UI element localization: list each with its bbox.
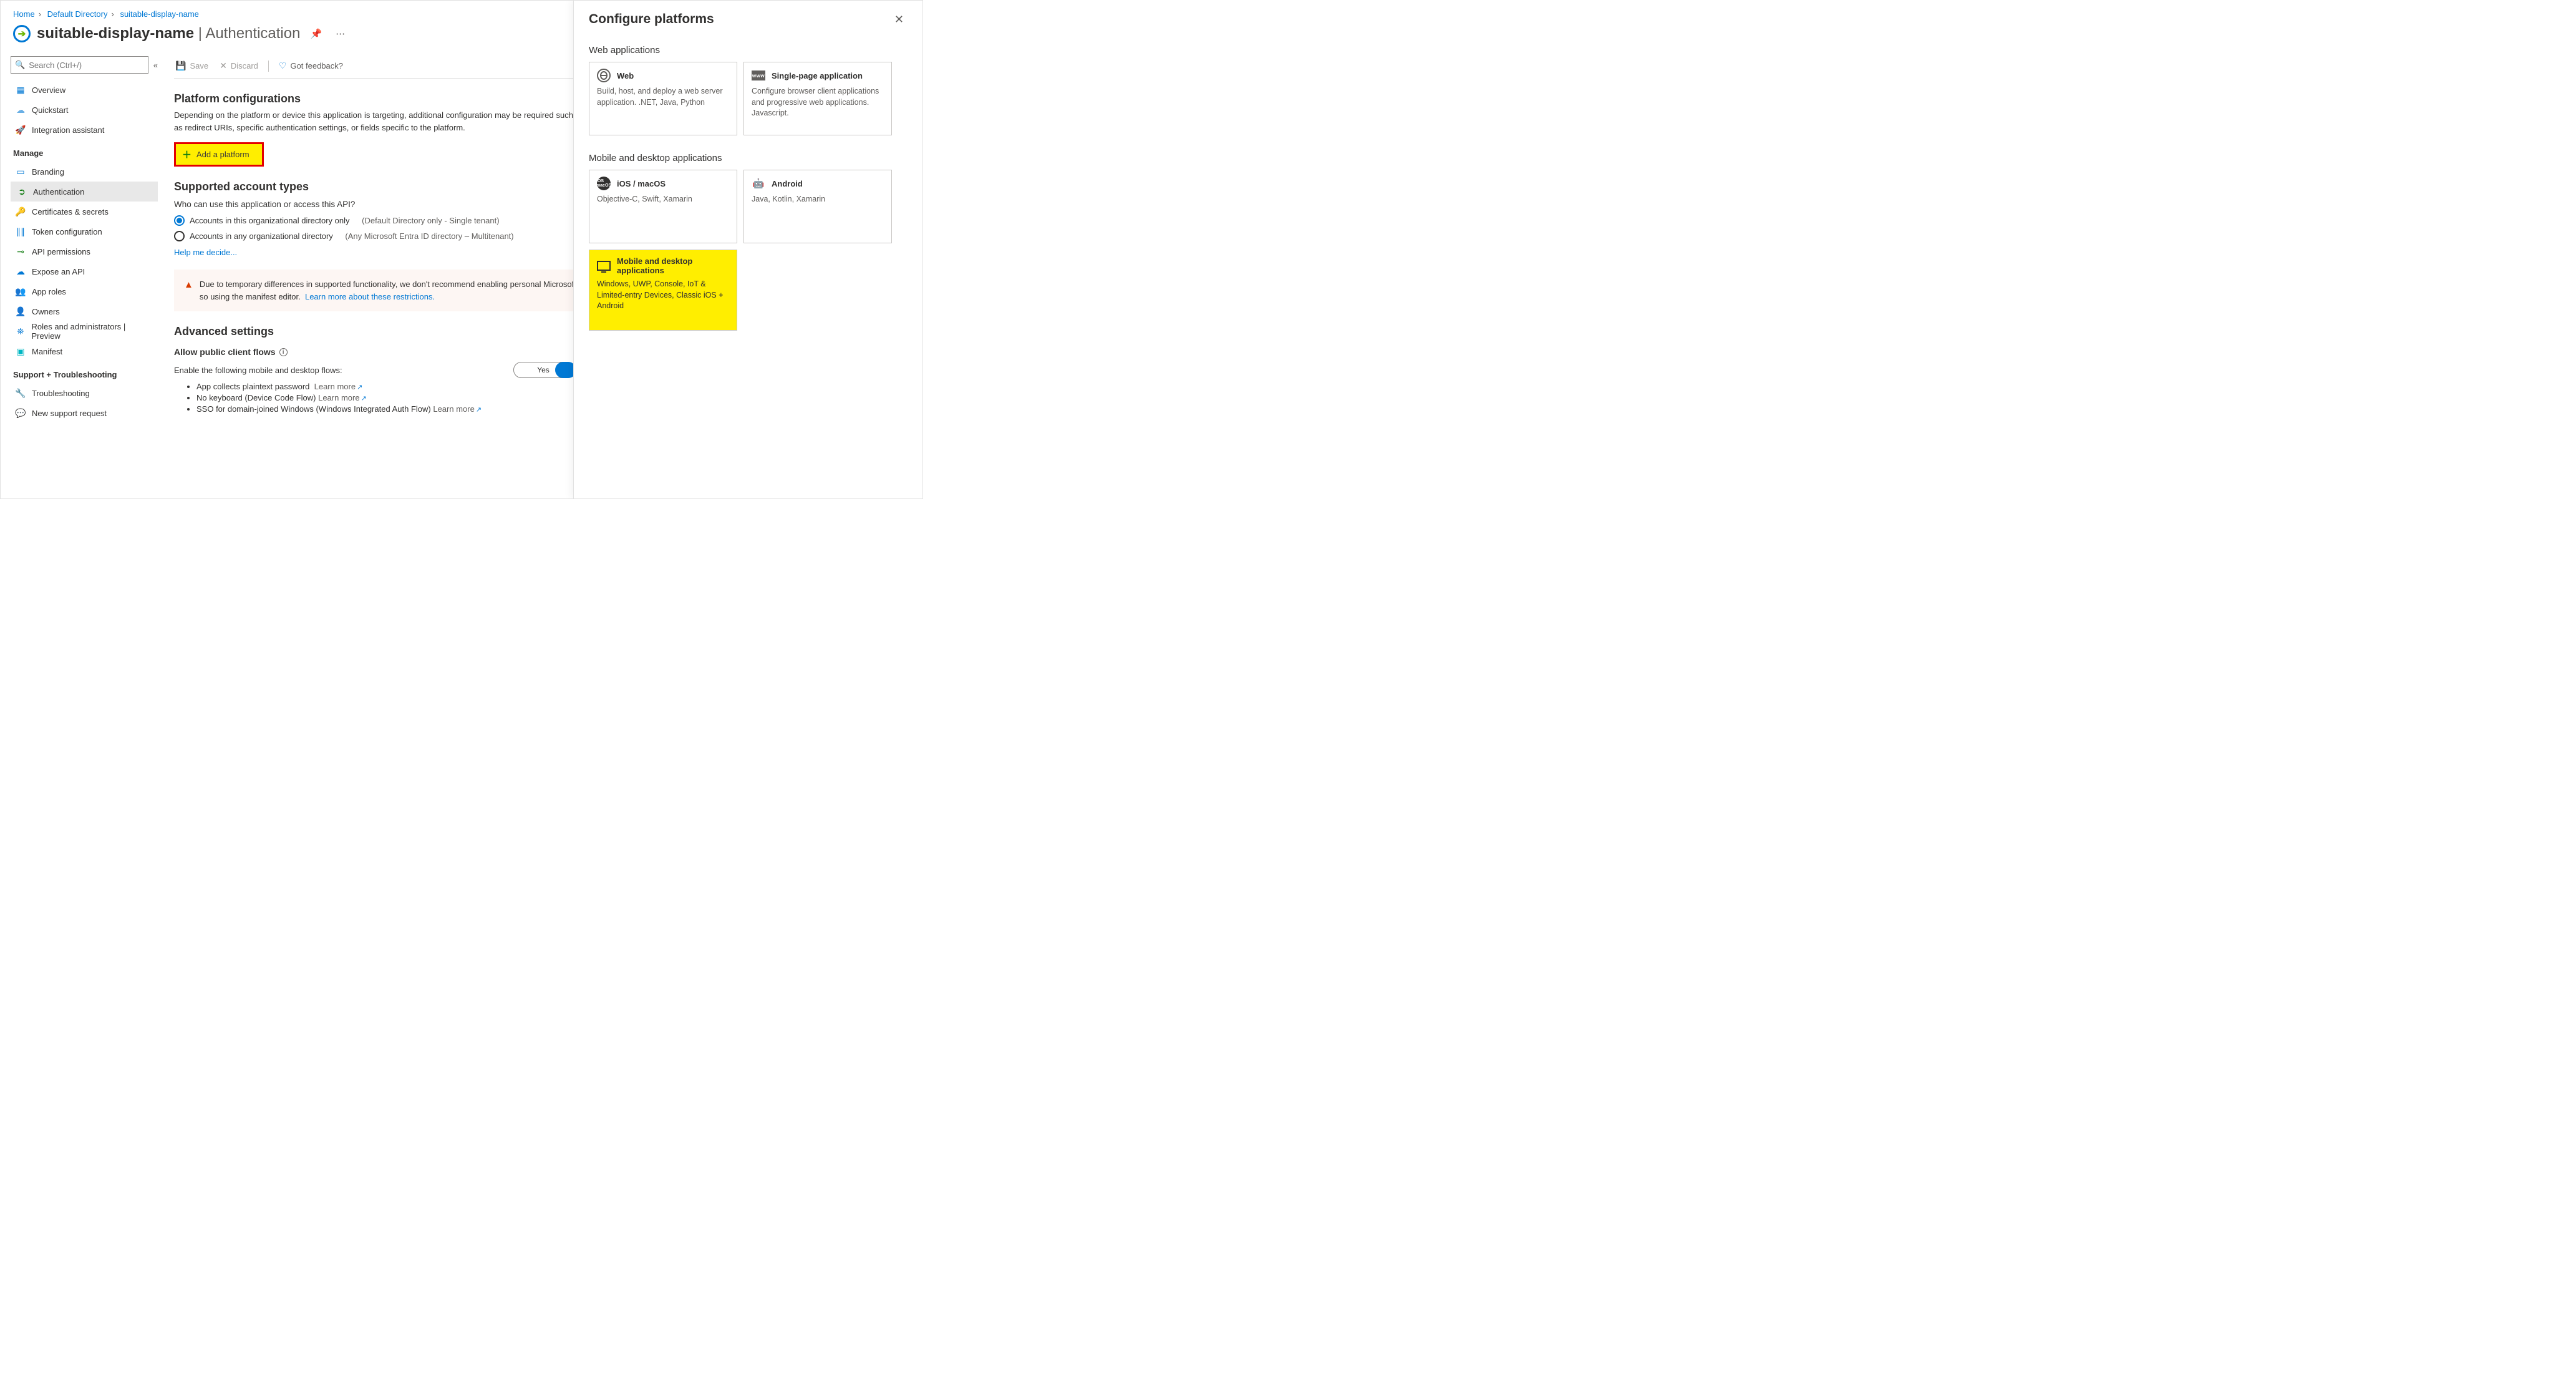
- sidebar-item-integration-assistant[interactable]: 🚀 Integration assistant: [11, 120, 158, 140]
- desktop-icon: [597, 259, 611, 273]
- sidebar-item-label: New support request: [32, 409, 107, 418]
- heart-icon: ♡: [279, 61, 287, 71]
- feedback-button[interactable]: ♡Got feedback?: [278, 58, 344, 74]
- platform-card-spa[interactable]: wwwSingle-page application Configure bro…: [743, 62, 892, 135]
- public-client-toggle[interactable]: Yes: [513, 362, 573, 378]
- external-icon: ↗: [357, 384, 362, 391]
- sidebar-item-owners[interactable]: 👤 Owners: [11, 301, 158, 321]
- sidebar-item-roles-and-administrators-preview[interactable]: ⛯ Roles and administrators | Preview: [11, 321, 158, 341]
- breadcrumb-app[interactable]: suitable-display-name: [120, 9, 198, 19]
- alert-learn-more-link[interactable]: Learn more about these restrictions.: [305, 292, 435, 301]
- collapse-sidebar-icon[interactable]: «: [153, 61, 158, 70]
- nav-icon: ▣: [16, 346, 26, 357]
- nav-icon: ➲: [17, 187, 27, 197]
- add-platform-button[interactable]: ＋ Add a platform: [174, 142, 264, 167]
- breadcrumb-directory[interactable]: Default Directory: [47, 9, 108, 19]
- sidebar-item-label: Troubleshooting: [32, 389, 90, 398]
- radio-icon: [174, 215, 185, 226]
- nav-icon: ∥∥: [16, 226, 26, 237]
- sidebar-item-label: Certificates & secrets: [32, 207, 109, 216]
- platform-card-web[interactable]: Web Build, host, and deploy a web server…: [589, 62, 737, 135]
- nav-icon: ☁: [16, 105, 26, 115]
- sidebar-item-certificates-secrets[interactable]: 🔑 Certificates & secrets: [11, 202, 158, 221]
- search-input-wrap[interactable]: 🔍: [11, 56, 148, 74]
- sidebar-item-label: Token configuration: [32, 227, 102, 236]
- divider: [268, 61, 269, 72]
- nav-icon: 💬: [16, 408, 26, 419]
- nav-icon: ⊸: [16, 246, 26, 257]
- external-icon: ↗: [361, 395, 367, 402]
- nav-icon: 🔧: [16, 388, 26, 399]
- sidebar-item-token-configuration[interactable]: ∥∥ Token configuration: [11, 221, 158, 241]
- sidebar-item-label: Authentication: [33, 187, 84, 197]
- pin-icon[interactable]: 📌: [306, 26, 326, 42]
- sidebar-item-label: Branding: [32, 167, 64, 177]
- nav-icon: 👥: [16, 286, 26, 297]
- sidebar-item-label: App roles: [32, 287, 66, 296]
- sidebar-item-troubleshooting[interactable]: 🔧 Troubleshooting: [11, 383, 158, 403]
- search-input[interactable]: [29, 61, 144, 70]
- nav-icon: 🚀: [16, 125, 26, 135]
- radio-icon: [174, 231, 185, 241]
- platform-card-ios[interactable]: iOSmacOSiOS / macOS Objective-C, Swift, …: [589, 170, 737, 243]
- learn-more-link[interactable]: Learn more↗: [314, 382, 363, 391]
- sidebar-item-label: Expose an API: [32, 267, 85, 276]
- platform-config-desc: Depending on the platform or device this…: [174, 109, 573, 134]
- sidebar-item-label: Overview: [32, 85, 65, 95]
- sidebar-item-authentication[interactable]: ➲ Authentication: [11, 182, 158, 202]
- sidebar-item-label: Manifest: [32, 347, 62, 356]
- panel-title: Configure platforms: [589, 12, 714, 27]
- search-icon: 🔍: [15, 60, 25, 70]
- plus-icon: ＋: [182, 148, 191, 161]
- save-icon: 💾: [175, 61, 186, 71]
- nav-icon: 👤: [16, 306, 26, 317]
- platform-card-desktop[interactable]: Mobile and desktop applications Windows,…: [589, 250, 737, 331]
- more-icon[interactable]: ⋯: [332, 26, 349, 42]
- sidebar-item-quickstart[interactable]: ☁ Quickstart: [11, 100, 158, 120]
- close-icon[interactable]: ✕: [891, 12, 908, 27]
- discard-button[interactable]: ✕Discard: [218, 58, 259, 74]
- enable-flows-text: Enable the following mobile and desktop …: [174, 366, 342, 375]
- sidebar-item-label: API permissions: [32, 247, 90, 256]
- warning-icon: ▲: [184, 278, 193, 303]
- nav-group-support: Support + Troubleshooting: [13, 370, 158, 379]
- nav-icon: ☁: [16, 266, 26, 277]
- sidebar-item-api-permissions[interactable]: ⊸ API permissions: [11, 241, 158, 261]
- android-icon: 🤖: [752, 177, 765, 190]
- sidebar-item-expose-an-api[interactable]: ☁ Expose an API: [11, 261, 158, 281]
- nav-icon: ▭: [16, 167, 26, 177]
- sidebar-item-branding[interactable]: ▭ Branding: [11, 162, 158, 182]
- app-logo-icon: ➔: [13, 25, 31, 42]
- mobile-desktop-group-label: Mobile and desktop applications: [589, 153, 908, 163]
- page-title: suitable-display-name | Authentication: [37, 25, 300, 42]
- www-icon: www: [752, 69, 765, 82]
- globe-icon: [597, 69, 611, 82]
- sidebar-item-label: Quickstart: [32, 105, 69, 115]
- sidebar-item-label: Roles and administrators | Preview: [32, 322, 153, 341]
- learn-more-link[interactable]: Learn more↗: [318, 393, 367, 402]
- info-icon[interactable]: i: [279, 348, 288, 356]
- nav-icon: 🔑: [16, 207, 26, 217]
- discard-icon: ✕: [220, 61, 227, 71]
- breadcrumb-home[interactable]: Home: [13, 9, 35, 19]
- nav-icon: ▦: [16, 85, 26, 95]
- save-button[interactable]: 💾Save: [174, 58, 210, 74]
- nav-icon: ⛯: [16, 326, 26, 337]
- sidebar-item-overview[interactable]: ▦ Overview: [11, 80, 158, 100]
- configure-platforms-panel: Configure platforms ✕ Web applications W…: [573, 1, 922, 498]
- external-icon: ↗: [476, 406, 482, 414]
- sidebar-item-label: Owners: [32, 307, 60, 316]
- apple-icon: iOSmacOS: [597, 177, 611, 190]
- nav-group-manage: Manage: [13, 148, 158, 158]
- web-apps-group-label: Web applications: [589, 45, 908, 56]
- sidebar-item-manifest[interactable]: ▣ Manifest: [11, 341, 158, 361]
- learn-more-link[interactable]: Learn more↗: [433, 404, 482, 414]
- sidebar-item-label: Integration assistant: [32, 125, 104, 135]
- sidebar-item-new-support-request[interactable]: 💬 New support request: [11, 403, 158, 423]
- platform-card-android[interactable]: 🤖Android Java, Kotlin, Xamarin: [743, 170, 892, 243]
- sidebar-item-app-roles[interactable]: 👥 App roles: [11, 281, 158, 301]
